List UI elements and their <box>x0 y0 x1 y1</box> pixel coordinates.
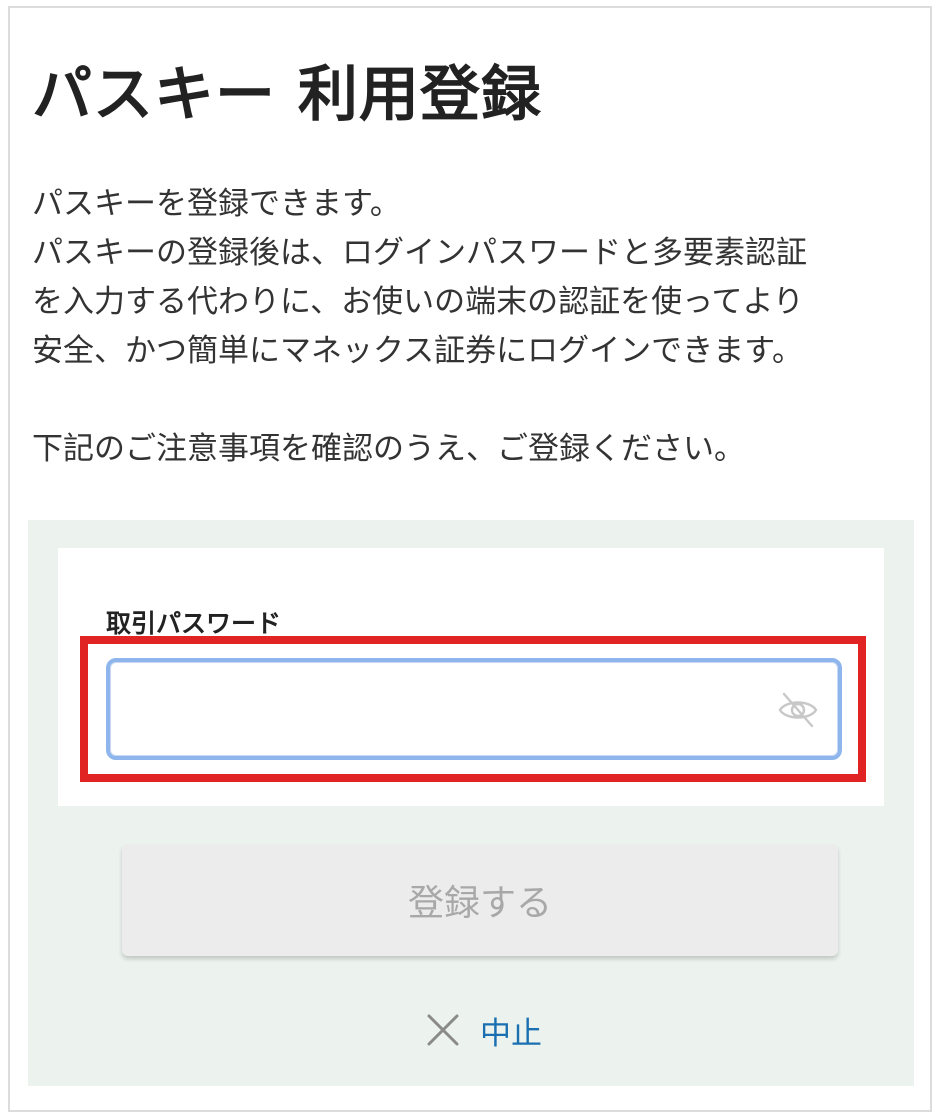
intro-line: を入力する代わりに、お使いの端末の認証を使ってより <box>32 284 804 320</box>
password-input[interactable] <box>122 672 762 746</box>
password-card: 取引パスワード <box>58 548 884 806</box>
register-button[interactable]: 登録する <box>122 844 838 956</box>
notice-text: 下記のご注意事項を確認のうえ、ご登録ください。 <box>32 431 745 467</box>
intro-line: パスキーを登録できます。 <box>32 186 401 222</box>
highlight-box <box>80 636 866 782</box>
page-title: パスキー 利用登録 <box>32 60 542 130</box>
intro-line: パスキーの登録後は、ログインパスワードと多要素認証 <box>32 235 807 271</box>
password-field-wrapper <box>106 658 842 760</box>
intro-text: パスキーを登録できます。 パスキーの登録後は、ログインパスワードと多要素認証 を… <box>32 180 912 474</box>
intro-line: 安全、かつ簡単にマネックス証券にログインできます。 <box>32 333 803 369</box>
close-icon <box>426 1013 460 1047</box>
cancel-link[interactable]: 中止 <box>426 1006 542 1054</box>
cancel-label: 中止 <box>480 1015 542 1052</box>
password-label: 取引パスワード <box>106 609 282 638</box>
page-frame: パスキー 利用登録 パスキーを登録できます。 パスキーの登録後は、ログインパスワ… <box>8 6 932 1112</box>
eye-off-icon[interactable] <box>776 688 820 732</box>
registration-panel: 取引パスワード 登録する 中止 <box>28 520 914 1086</box>
